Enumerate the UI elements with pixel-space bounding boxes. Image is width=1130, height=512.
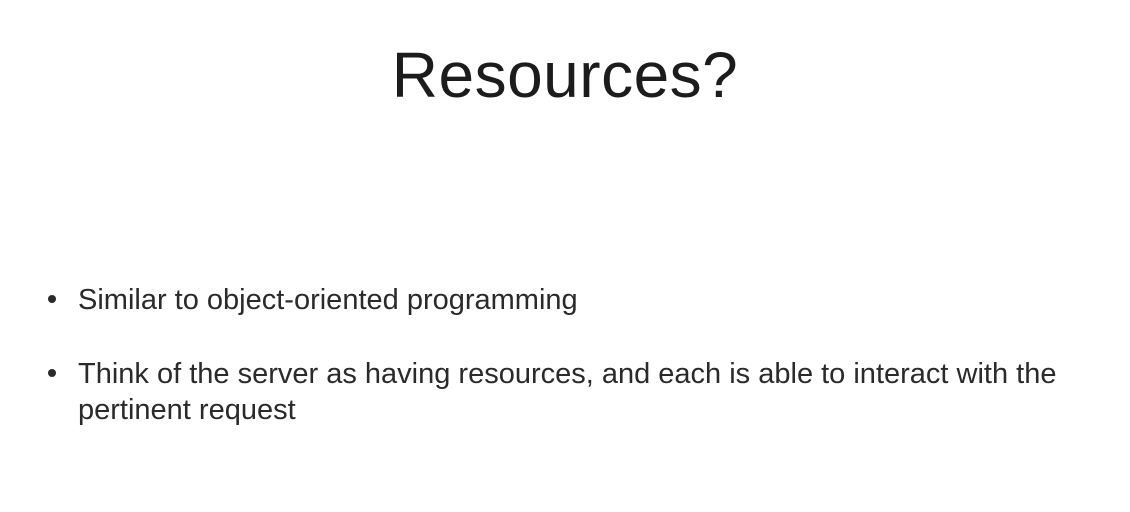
slide: Resources? Similar to object-oriented pr… — [0, 0, 1130, 512]
bullet-item: Similar to object-oriented programming — [44, 282, 1084, 318]
bullet-text: Similar to object-oriented programming — [78, 284, 578, 316]
bullet-dot-icon — [48, 295, 56, 303]
bullet-list: Similar to object-oriented programming T… — [44, 282, 1084, 466]
bullet-text: Think of the server as having resources,… — [78, 358, 1057, 426]
bullet-dot-icon — [48, 369, 56, 377]
bullet-item: Think of the server as having resources,… — [44, 356, 1084, 428]
slide-title: Resources? — [391, 39, 739, 111]
